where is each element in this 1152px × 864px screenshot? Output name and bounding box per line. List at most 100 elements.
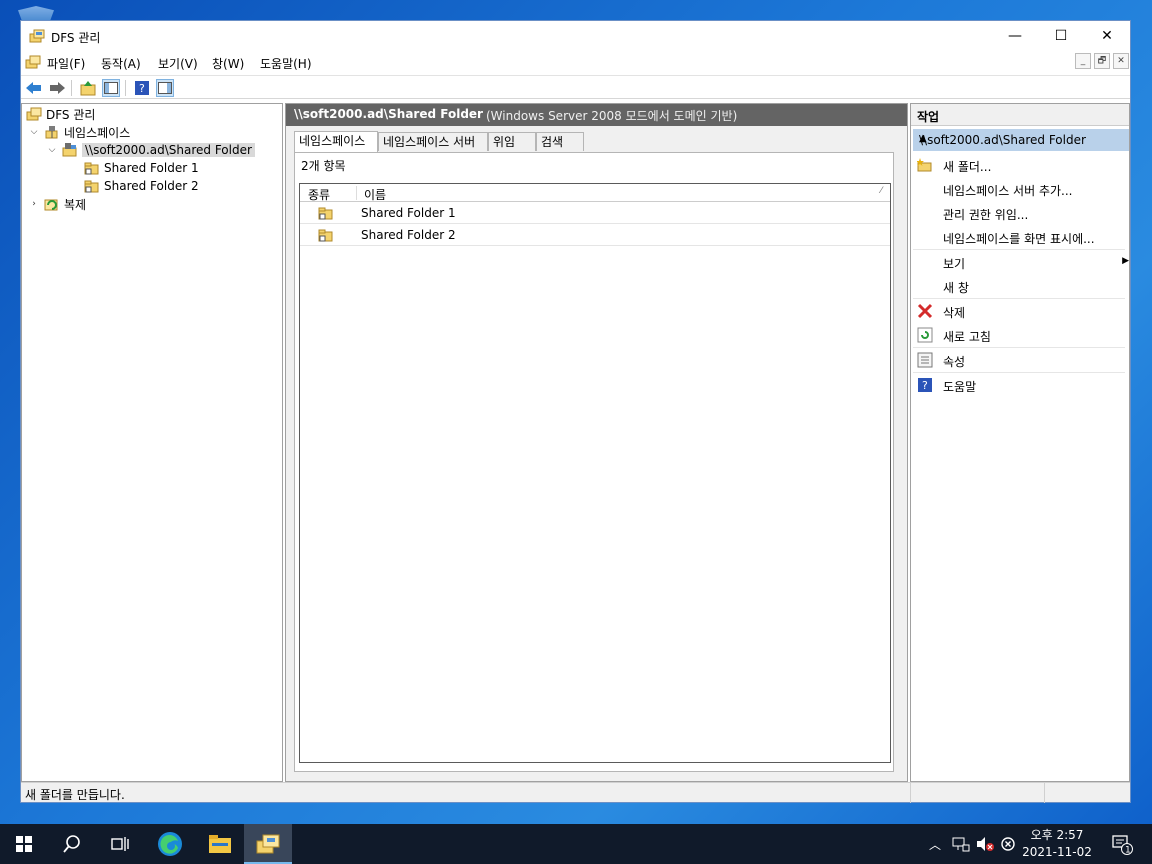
tab-delegation[interactable]: 위임 bbox=[488, 132, 536, 151]
action-new-folder[interactable]: 새 폴더... bbox=[913, 153, 1125, 177]
actions-section[interactable]: \\soft2000.ad\Shared Folder ▲ bbox=[913, 129, 1129, 151]
status-divider bbox=[1044, 783, 1045, 803]
help-icon[interactable]: ? bbox=[133, 79, 151, 97]
table-row[interactable]: Shared Folder 1 bbox=[300, 202, 890, 224]
column-name[interactable]: 이름 bbox=[364, 186, 386, 203]
mdi-minimize-button[interactable]: _ bbox=[1075, 53, 1091, 69]
tree-namespaces[interactable]: ⌵ 네임스페이스 bbox=[28, 123, 131, 141]
minimize-button[interactable]: — bbox=[992, 21, 1038, 51]
dfs-management-window: DFS 관리 — ☐ ✕ 파일(F) 동작(A) 보기(V) 창(W) 도움말(… bbox=[20, 20, 1131, 803]
title-bar: DFS 관리 — ☐ ✕ bbox=[21, 21, 1130, 51]
actions-header: 작업 bbox=[911, 104, 1129, 126]
details-header-mode: (Windows Server 2008 모드에서 도메인 기반) bbox=[486, 109, 738, 123]
tab-content: 2개 항목 종류 이름 ⁄ Shared Folder 1 Shared Fol… bbox=[294, 152, 894, 772]
tab-namespace[interactable]: 네임스페이스 bbox=[294, 131, 378, 152]
taskbar-clock[interactable]: 오후 2:57 2021-11-02 bbox=[1014, 827, 1100, 861]
network-icon[interactable] bbox=[952, 824, 970, 864]
dfs-management-icon[interactable] bbox=[244, 824, 292, 864]
taskbar: ︿ 오후 2:57 2021-11-02 1 bbox=[0, 824, 1152, 864]
action-help[interactable]: ? 도움말 bbox=[913, 373, 1125, 397]
folder-link-icon bbox=[318, 205, 334, 224]
console-tree: DFS 관리 ⌵ 네임스페이스 ⌵ \\soft2000.ad\Shared F… bbox=[21, 103, 283, 782]
minimize-icon: — bbox=[1008, 28, 1022, 44]
maximize-button[interactable]: ☐ bbox=[1038, 21, 1084, 51]
submenu-arrow-icon: ▶ bbox=[1122, 256, 1129, 266]
namespace-icon bbox=[44, 124, 60, 140]
back-arrow-icon[interactable] bbox=[25, 79, 43, 97]
dfs-management-icon bbox=[26, 106, 42, 122]
action-add-namespace-server[interactable]: 네임스페이스 서버 추가... bbox=[913, 177, 1125, 201]
action-add-namespace-to-display[interactable]: 네임스페이스를 화면 표시에... bbox=[913, 225, 1125, 250]
tree-root-dfs[interactable]: DFS 관리 bbox=[26, 105, 95, 123]
details-header: \\soft2000.ad\Shared Folder (Windows Ser… bbox=[286, 104, 907, 126]
window-title: DFS 관리 bbox=[51, 31, 101, 45]
folder-list[interactable]: 종류 이름 ⁄ Shared Folder 1 Shared Folder 2 bbox=[299, 183, 891, 763]
toolbar: ? bbox=[21, 75, 1130, 99]
row-name: Shared Folder 1 bbox=[361, 206, 456, 220]
collapse-up-icon[interactable]: ▲ bbox=[919, 133, 1123, 144]
search-icon[interactable] bbox=[48, 824, 96, 864]
forward-arrow-icon[interactable] bbox=[48, 79, 66, 97]
file-explorer-icon[interactable] bbox=[196, 824, 244, 864]
tab-search[interactable]: 검색 bbox=[536, 132, 584, 151]
list-header: 종류 이름 ⁄ bbox=[300, 184, 890, 202]
folder-link-icon bbox=[84, 178, 100, 194]
edge-icon[interactable] bbox=[146, 824, 194, 864]
tree-shared-folder-2[interactable]: Shared Folder 2 bbox=[84, 177, 199, 195]
console-menu-icon[interactable] bbox=[25, 54, 41, 73]
dfs-app-icon bbox=[29, 28, 45, 47]
menu-window[interactable]: 창(W) bbox=[212, 55, 244, 72]
namespace-root-icon bbox=[62, 142, 78, 158]
mdi-restore-button[interactable]: 🗗 bbox=[1094, 53, 1110, 69]
item-count: 2개 항목 bbox=[301, 159, 346, 173]
svg-text:?: ? bbox=[139, 82, 145, 95]
chevron-right-icon[interactable]: › bbox=[28, 199, 40, 209]
toolbar-separator bbox=[71, 80, 72, 96]
chevron-down-icon[interactable]: ⌵ bbox=[46, 145, 58, 155]
refresh-icon bbox=[917, 327, 933, 343]
task-view-icon[interactable] bbox=[96, 824, 144, 864]
sort-indicator-icon: ⁄ bbox=[880, 186, 882, 196]
status-text: 새 폴더를 만듭니다. bbox=[25, 788, 125, 802]
details-header-path: \\soft2000.ad\Shared Folder bbox=[294, 107, 483, 121]
action-new-window[interactable]: 새 창 bbox=[913, 274, 1125, 299]
menu-help[interactable]: 도움말(H) bbox=[260, 55, 312, 72]
show-hidden-icons-chevron-icon[interactable]: ︿ bbox=[929, 824, 941, 864]
folder-link-icon bbox=[84, 160, 100, 176]
maximize-icon: ☐ bbox=[1054, 28, 1068, 44]
chevron-down-icon[interactable]: ⌵ bbox=[28, 127, 40, 137]
mdi-close-button[interactable]: ✕ bbox=[1113, 53, 1129, 69]
menu-action[interactable]: 동작(A) bbox=[101, 55, 141, 72]
svg-text:?: ? bbox=[922, 379, 928, 392]
up-folder-icon[interactable] bbox=[79, 79, 97, 97]
status-bar: 새 폴더를 만듭니다. bbox=[21, 782, 1130, 803]
notification-count: 1 bbox=[1125, 846, 1131, 856]
action-refresh[interactable]: 새로 고침 bbox=[913, 323, 1125, 348]
tree-shared-folder-1[interactable]: Shared Folder 1 bbox=[84, 159, 199, 177]
notification-center-icon[interactable]: 1 bbox=[1108, 824, 1136, 864]
menu-file[interactable]: 파일(F) bbox=[47, 55, 85, 72]
folder-link-icon bbox=[318, 227, 334, 246]
clock-date: 2021-11-02 bbox=[1022, 845, 1092, 859]
clock-time: 오후 2:57 bbox=[1030, 828, 1084, 842]
action-properties[interactable]: 속성 bbox=[913, 348, 1125, 373]
menu-view[interactable]: 보기(V) bbox=[158, 55, 198, 72]
delete-icon bbox=[917, 303, 933, 319]
close-button[interactable]: ✕ bbox=[1084, 21, 1130, 51]
action-delete[interactable]: 삭제 bbox=[913, 299, 1125, 323]
volume-muted-icon[interactable] bbox=[976, 824, 994, 864]
show-hide-tree-icon[interactable] bbox=[102, 79, 120, 97]
tree-replication[interactable]: › 복제 bbox=[28, 195, 86, 213]
table-row[interactable]: Shared Folder 2 bbox=[300, 224, 890, 246]
tab-namespace-servers[interactable]: 네임스페이스 서버 bbox=[378, 132, 488, 151]
help-icon: ? bbox=[917, 377, 933, 393]
status-divider bbox=[910, 783, 911, 803]
desktop-recycle-icon[interactable] bbox=[18, 6, 54, 20]
column-type[interactable]: 종류 bbox=[308, 186, 330, 203]
action-delegate-permissions[interactable]: 관리 권한 위임... bbox=[913, 201, 1125, 225]
start-icon[interactable] bbox=[0, 824, 48, 864]
tree-namespace-shared-folder[interactable]: ⌵ \\soft2000.ad\Shared Folder bbox=[46, 141, 255, 159]
show-hide-action-pane-icon[interactable] bbox=[156, 79, 174, 97]
column-divider[interactable] bbox=[356, 186, 357, 200]
action-view[interactable]: 보기 ▶ bbox=[913, 250, 1129, 274]
